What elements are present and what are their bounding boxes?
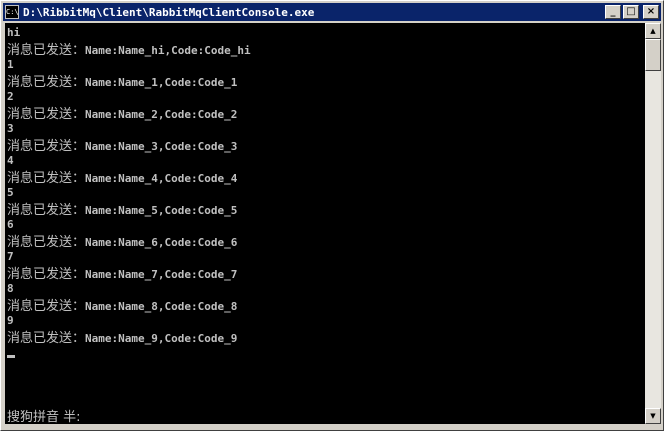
console-message-line: 消息已发送：Name:Name_9,Code:Code_9 [7,329,251,346]
vertical-scrollbar[interactable]: ▲ ▼ [645,23,661,424]
message-body: Name:Name_2,Code:Code_2 [85,108,238,121]
message-prefix: 消息已发送： [7,235,86,250]
arrow-down-icon: ▼ [650,412,656,420]
message-body: Name:Name_7,Code:Code_7 [85,268,238,281]
console-message-line: 消息已发送：Name:Name_hi,Code:Code_hi [7,41,251,58]
scroll-down-button[interactable]: ▼ [645,408,661,424]
console-input-line: 9 [7,314,14,327]
message-prefix: 消息已发送： [7,107,86,122]
message-prefix: 消息已发送： [7,139,86,154]
console-input-line: 6 [7,218,14,231]
scroll-up-button[interactable]: ▲ [645,23,661,39]
console-message-line: 消息已发送：Name:Name_6,Code:Code_6 [7,233,251,250]
message-prefix: 消息已发送： [7,171,86,186]
message-body: Name:Name_3,Code:Code_3 [85,140,238,153]
console-input-line: 2 [7,90,14,103]
message-prefix: 消息已发送： [7,43,86,58]
console-app-icon[interactable]: C:\ [5,5,19,19]
console-message-line: 消息已发送：Name:Name_5,Code:Code_5 [7,201,251,218]
console-input-line: 1 [7,58,14,71]
message-body: Name:Name_4,Code:Code_4 [85,172,238,185]
title-bar[interactable]: C:\ D:\RibbitMq\Client\RabbitMqClientCon… [3,3,661,21]
window-controls: _ □ × [605,5,659,19]
message-prefix: 消息已发送： [7,331,86,346]
console-message-line: 消息已发送：Name:Name_1,Code:Code_1 [7,73,251,90]
console-lines: hi 消息已发送：Name:Name_hi,Code:Code_hi 1 消息已… [7,25,251,346]
message-body: Name:Name_8,Code:Code_8 [85,300,238,313]
scrollbar-thumb[interactable] [645,39,661,71]
console-input-line: hi [7,26,21,39]
ime-status-bar[interactable]: 搜狗拼音 半: [7,406,81,424]
arrow-up-icon: ▲ [650,27,656,35]
close-button[interactable]: × [643,5,659,19]
minimize-button[interactable]: _ [605,5,621,19]
console-message-line: 消息已发送：Name:Name_3,Code:Code_3 [7,137,251,154]
message-prefix: 消息已发送： [7,203,86,218]
console-input-line: 5 [7,186,14,199]
message-body: Name:Name_9,Code:Code_9 [85,332,238,345]
message-body: Name:Name_1,Code:Code_1 [85,76,238,89]
console-message-line: 消息已发送：Name:Name_4,Code:Code_4 [7,169,251,186]
console-output[interactable]: hi 消息已发送：Name:Name_hi,Code:Code_hi 1 消息已… [5,23,645,424]
console-input-line: 3 [7,122,14,135]
console-input-line: 8 [7,282,14,295]
message-prefix: 消息已发送： [7,75,86,90]
console-input-line: 7 [7,250,14,263]
console-message-line: 消息已发送：Name:Name_2,Code:Code_2 [7,105,251,122]
message-prefix: 消息已发送： [7,267,86,282]
message-body: Name:Name_5,Code:Code_5 [85,204,238,217]
console-input-line: 4 [7,154,14,167]
window-title: D:\RibbitMq\Client\RabbitMqClientConsole… [23,5,315,19]
message-body: Name:Name_6,Code:Code_6 [85,236,238,249]
console-window: C:\ D:\RibbitMq\Client\RabbitMqClientCon… [0,0,664,431]
maximize-button[interactable]: □ [623,5,639,19]
message-prefix: 消息已发送： [7,299,86,314]
message-body: Name:Name_hi,Code:Code_hi [85,44,251,57]
console-message-line: 消息已发送：Name:Name_7,Code:Code_7 [7,265,251,282]
text-cursor [7,355,15,358]
console-message-line: 消息已发送：Name:Name_8,Code:Code_8 [7,297,251,314]
